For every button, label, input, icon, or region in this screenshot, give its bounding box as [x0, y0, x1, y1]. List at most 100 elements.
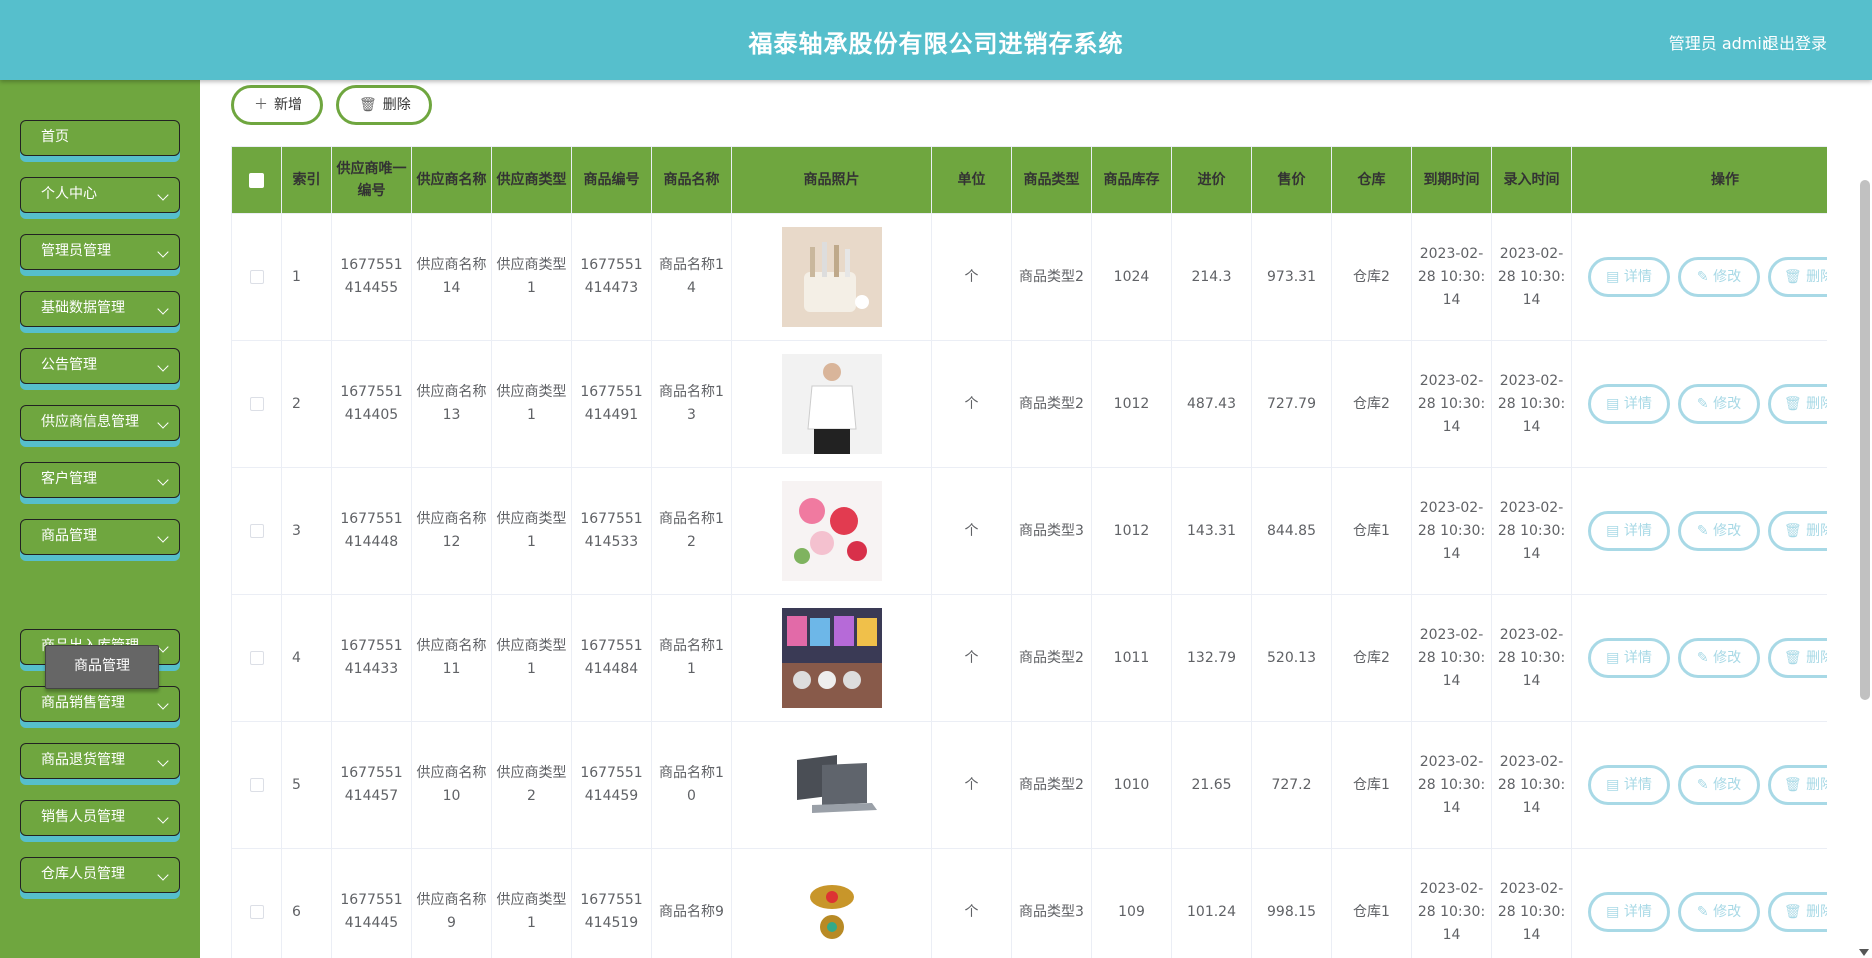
cell-goods_no: 1677551414484 [571, 594, 652, 722]
chevron-down-icon [157, 755, 169, 767]
detail-button[interactable]: ▤ 详情 [1588, 257, 1670, 297]
table-row[interactable]: 5 1677551414457 供应商名称10 供应商类型2 1677551414459… [231, 721, 1827, 849]
cell-supplier_no: 1677551414405 [331, 340, 412, 468]
select-all-checkbox[interactable] [249, 172, 264, 188]
actions-cell: ▤ 详情✎ 修改🗑 删除 [1571, 848, 1827, 958]
cell-index: 6 [281, 848, 332, 958]
chevron-down-icon [157, 812, 169, 824]
row-checkbox[interactable] [249, 269, 264, 284]
column-header: 商品名称 [651, 146, 732, 214]
cell-created: 2023-02-28 10:30:14 [1491, 848, 1572, 958]
cell-warehouse: 仓库2 [1331, 213, 1412, 341]
cell-expire: 2023-02-28 10:30:14 [1411, 594, 1492, 722]
column-header: 录入时间 [1491, 146, 1572, 214]
trash-icon: 🗑 [359, 97, 377, 113]
row-checkbox[interactable] [249, 523, 264, 538]
row-delete-button[interactable]: 🗑 删除 [1768, 257, 1827, 297]
actions-cell: ▤ 详情✎ 修改🗑 删除 [1571, 721, 1827, 849]
detail-button[interactable]: ▤ 详情 [1588, 638, 1670, 678]
cell-index: 4 [281, 594, 332, 722]
sidebar-item-label: 客户管理 [41, 471, 97, 487]
cell-supplier_type: 供应商类型1 [491, 340, 572, 468]
sidebar-item-10[interactable]: 商品退货管理 [20, 743, 180, 779]
table-row[interactable]: 2 1677551414405 供应商名称13 供应商类型1 1677551414491… [231, 340, 1827, 468]
column-header: 供应商名称 [411, 146, 492, 214]
cell-goods_no: 1677551414491 [571, 340, 652, 468]
column-header: 供应商唯一编号 [331, 146, 412, 214]
scroll-down-arrow-icon[interactable] [1859, 949, 1869, 956]
detail-button[interactable]: ▤ 详情 [1588, 384, 1670, 424]
row-select-cell [231, 848, 282, 958]
actions-cell: ▤ 详情✎ 修改🗑 删除 [1571, 467, 1827, 595]
row-delete-button[interactable]: 🗑 删除 [1768, 384, 1827, 424]
cell-goods_no: 1677551414533 [571, 467, 652, 595]
sidebar-item-7[interactable]: 商品管理 [20, 519, 180, 555]
cell-created: 2023-02-28 10:30:14 [1491, 594, 1572, 722]
sidebar-item-2[interactable]: 管理员管理 [20, 234, 180, 270]
cell-supplier_name: 供应商名称9 [411, 848, 492, 958]
chevron-down-icon [157, 417, 169, 429]
add-button[interactable]: ＋新增 [231, 85, 323, 125]
sidebar-item-5[interactable]: 供应商信息管理 [20, 405, 180, 441]
edit-button[interactable]: ✎ 修改 [1678, 257, 1760, 297]
trash-icon: 🗑 [1783, 904, 1807, 920]
submenu-item-goods[interactable]: 商品管理 [45, 645, 159, 689]
sidebar-item-0[interactable]: 首页 [20, 120, 180, 156]
row-delete-button[interactable]: 🗑 删除 [1768, 765, 1827, 805]
row-checkbox[interactable] [249, 777, 264, 792]
chevron-down-icon [157, 641, 169, 653]
sidebar-item-11[interactable]: 销售人员管理 [20, 800, 180, 836]
cell-goods_name: 商品名称11 [651, 594, 732, 722]
table-row[interactable]: 4 1677551414433 供应商名称11 供应商类型1 1677551414484… [231, 594, 1827, 722]
delete-button[interactable]: 🗑 删除 [336, 85, 432, 125]
row-delete-button[interactable]: 🗑 删除 [1768, 638, 1827, 678]
column-header: 操作 [1571, 146, 1827, 214]
sidebar-item-9[interactable]: 商品销售管理 [20, 686, 180, 722]
table-row[interactable]: 6 1677551414445 供应商名称9 供应商类型1 1677551414519 商… [231, 848, 1827, 958]
row-checkbox[interactable] [249, 650, 264, 665]
cell-goods_type: 商品类型3 [1011, 848, 1092, 958]
vertical-scrollbar[interactable] [1860, 180, 1870, 700]
detail-button[interactable]: ▤ 详情 [1588, 511, 1670, 551]
cell-stock: 1011 [1091, 594, 1172, 722]
cell-created: 2023-02-28 10:30:14 [1491, 467, 1572, 595]
trash-icon: 🗑 [1783, 269, 1807, 285]
cell-expire: 2023-02-28 10:30:14 [1411, 467, 1492, 595]
sidebar-item-6[interactable]: 客户管理 [20, 462, 180, 498]
goods-photo-cell [731, 721, 932, 849]
edit-button[interactable]: ✎ 修改 [1678, 384, 1760, 424]
edit-button[interactable]: ✎ 修改 [1678, 892, 1760, 932]
table-row[interactable]: 3 1677551414448 供应商名称12 供应商类型1 1677551414533… [231, 467, 1827, 595]
cell-goods_no: 1677551414519 [571, 848, 652, 958]
logout-link[interactable]: 退出登录 [1763, 30, 1827, 54]
cell-created: 2023-02-28 10:30:14 [1491, 213, 1572, 341]
document-icon: ▤ [1606, 904, 1624, 920]
column-header: 商品编号 [571, 146, 652, 214]
cell-price: 727.79 [1251, 340, 1332, 468]
sidebar-item-4[interactable]: 公告管理 [20, 348, 180, 384]
cell-warehouse: 仓库2 [1331, 594, 1412, 722]
sidebar-item-1[interactable]: 个人中心 [20, 177, 180, 213]
cell-unit: 个 [931, 721, 1012, 849]
edit-button[interactable]: ✎ 修改 [1678, 765, 1760, 805]
row-checkbox[interactable] [249, 396, 264, 411]
cell-warehouse: 仓库1 [1331, 467, 1412, 595]
table-row[interactable]: 1 1677551414455 供应商名称14 供应商类型1 1677551414473… [231, 213, 1827, 341]
sidebar-item-3[interactable]: 基础数据管理 [20, 291, 180, 327]
row-delete-button[interactable]: 🗑 删除 [1768, 511, 1827, 551]
cell-cost: 487.43 [1171, 340, 1252, 468]
cell-index: 3 [281, 467, 332, 595]
edit-button[interactable]: ✎ 修改 [1678, 511, 1760, 551]
row-checkbox[interactable] [249, 904, 264, 919]
edit-button[interactable]: ✎ 修改 [1678, 638, 1760, 678]
row-select-cell [231, 213, 282, 341]
detail-button[interactable]: ▤ 详情 [1588, 892, 1670, 932]
detail-button[interactable]: ▤ 详情 [1588, 765, 1670, 805]
goods-photo-flowers [736, 481, 927, 581]
sidebar-item-label: 基础数据管理 [41, 300, 125, 316]
cell-cost: 21.65 [1171, 721, 1252, 849]
row-delete-button[interactable]: 🗑 删除 [1768, 892, 1827, 932]
actions-cell: ▤ 详情✎ 修改🗑 删除 [1571, 213, 1827, 341]
app-title: 福泰轴承股份有限公司进销存系统 [748, 30, 1124, 58]
sidebar-item-12[interactable]: 仓库人员管理 [20, 857, 180, 893]
